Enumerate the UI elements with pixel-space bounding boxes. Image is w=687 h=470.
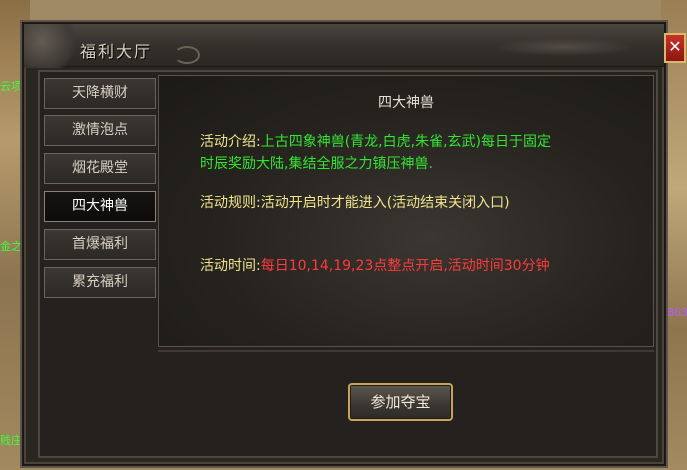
tab-sida-shenshou[interactable]: 四大神兽 — [44, 191, 156, 222]
player-name-label: 金之 — [0, 240, 22, 253]
activity-intro: 活动介绍:上古四象神兽(青龙,白虎,朱雀,玄武)每日于固定 时辰奖励大陆,集结全… — [200, 131, 551, 175]
cloud-ornament-icon — [494, 38, 634, 56]
intro-text: 上古四象神兽(青龙,白虎,朱雀,玄武)每日于固定 — [260, 134, 551, 150]
player-name-label: 贱庄 — [0, 434, 22, 447]
title-bar[interactable]: 福利大厅 — [24, 24, 664, 68]
rules-label: 活动规则: — [200, 195, 261, 211]
rules-text: 活动开启时才能进入(活动结束关闭入口) — [260, 195, 510, 211]
time-label: 活动时间: — [200, 258, 261, 274]
player-name-label: 云项 — [0, 80, 22, 93]
activity-detail-panel: 四大神兽 活动介绍:上古四象神兽(青龙,白虎,朱雀,玄武)每日于固定 时辰奖励大… — [158, 75, 654, 347]
tab-leichong-fuli[interactable]: 累充福利 — [44, 267, 156, 298]
tab-yanhua-diantang[interactable]: 烟花殿堂 — [44, 153, 156, 184]
tab-tianjiang-hengcai[interactable]: 天降横财 — [44, 78, 156, 109]
join-button[interactable]: 参加夺宝 — [348, 383, 453, 421]
activity-time: 活动时间:每日10,14,19,23点整点开启,活动时间30分钟 — [200, 255, 550, 277]
tab-shoubao-fuli[interactable]: 首爆福利 — [44, 229, 156, 260]
cloud-ornament-icon — [174, 46, 200, 64]
window-title: 福利大厅 — [80, 42, 153, 61]
panel-divider — [158, 350, 654, 352]
intro-text: 时辰奖励大陆,集结全服之力镇压神兽. — [200, 156, 433, 172]
dragon-ornament-icon — [24, 24, 84, 68]
intro-label: 活动介绍: — [200, 134, 261, 150]
close-button[interactable]: ✕ — [664, 33, 686, 63]
player-name-label: 863 — [667, 306, 687, 319]
activity-rules: 活动规则:活动开启时才能进入(活动结束关闭入口) — [200, 192, 510, 214]
time-text: 每日10,14,19,23点整点开启,活动时间30分钟 — [260, 258, 550, 274]
tab-jiqing-paodian[interactable]: 激情泡点 — [44, 115, 156, 146]
activity-title: 四大神兽 — [378, 95, 434, 111]
activity-sidebar: 天降横财 激情泡点 烟花殿堂 四大神兽 首爆福利 累充福利 — [41, 75, 157, 455]
